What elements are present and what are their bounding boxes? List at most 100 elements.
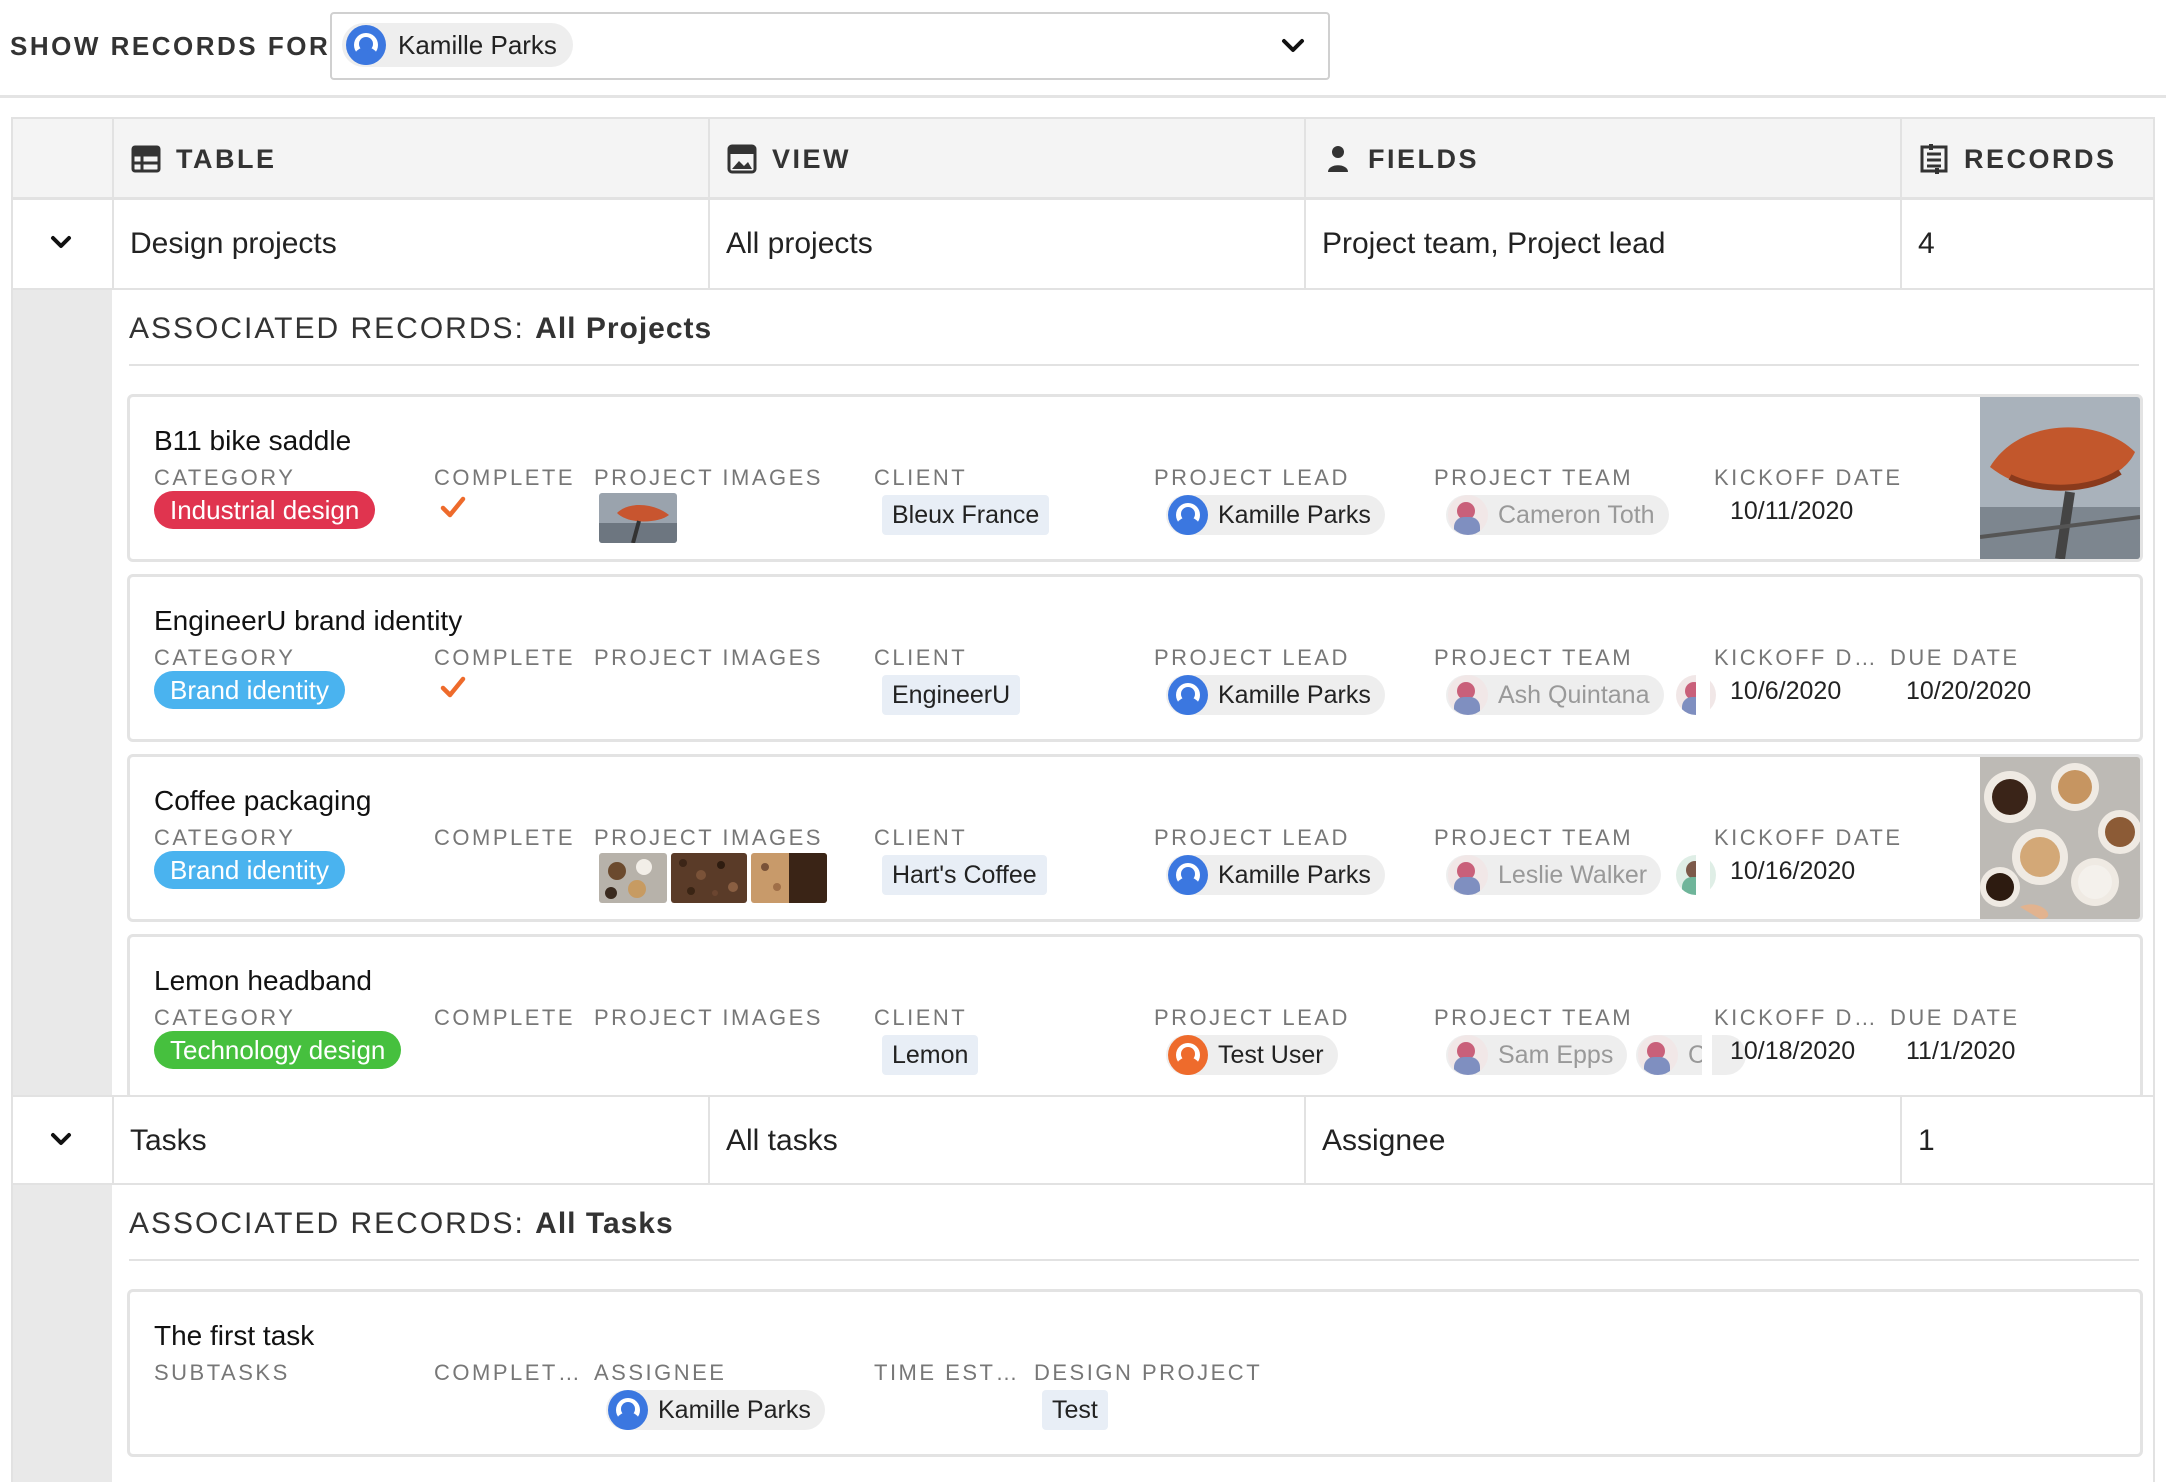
- field-label: PROJECT LEAD: [1154, 825, 1350, 850]
- project-lead-chip[interactable]: Kamille Parks: [1166, 495, 1385, 535]
- chevron-down-icon[interactable]: [49, 1129, 73, 1149]
- field-label: PROJECT TEAM: [1434, 465, 1634, 490]
- project-image-thumb[interactable]: [751, 853, 827, 903]
- record-name: EngineerU brand identity: [154, 605, 463, 636]
- selected-user-name: Kamille Parks: [398, 29, 557, 60]
- field-label: PROJECT IMAGES: [594, 645, 823, 670]
- divider: [129, 1259, 2139, 1261]
- field-label: PROJECT LEAD: [1154, 645, 1350, 670]
- record-card[interactable]: EngineerU brand identity CATEGORY Brand …: [127, 574, 2143, 742]
- field-label: TIME EST…: [874, 1360, 1020, 1385]
- project-image-thumb[interactable]: [599, 493, 677, 543]
- project-lead-chip[interactable]: Kamille Parks: [1166, 675, 1385, 715]
- client-chip[interactable]: Bleux France: [882, 495, 1050, 535]
- design-project-chip[interactable]: Test: [1042, 1390, 1108, 1430]
- row-view-name: All tasks: [708, 1097, 1304, 1185]
- field-label: PROJECT TEAM: [1434, 825, 1634, 850]
- row-view-name: All projects: [708, 200, 1304, 288]
- row-table-name: Tasks: [112, 1097, 708, 1185]
- record-name: Coffee packaging: [154, 785, 372, 816]
- kickoff-date: 10/16/2020: [1730, 857, 1856, 885]
- row-records-count: 4: [1900, 200, 2153, 288]
- field-label: CLIENT: [874, 825, 968, 850]
- associated-records-projects: ASSOCIATED RECORDS: All Projects B11 bik…: [11, 290, 2155, 1100]
- assignee-chip[interactable]: Kamille Parks: [606, 1390, 825, 1430]
- table-icon: [131, 145, 161, 173]
- field-label: PROJECT IMAGES: [594, 1005, 823, 1030]
- field-label: CATEGORY: [154, 645, 296, 670]
- selected-user-chip: Kamille Parks: [342, 23, 573, 67]
- project-team-chip[interactable]: Sam Epps: [1446, 1035, 1628, 1075]
- user-avatar-icon: [1638, 1035, 1678, 1075]
- project-lead-chip[interactable]: Kamille Parks: [1166, 855, 1385, 895]
- field-label: PROJECT LEAD: [1154, 1005, 1350, 1030]
- project-image-thumb[interactable]: [671, 853, 747, 903]
- field-label: KICKOFF D…: [1714, 645, 1879, 670]
- field-label: SUBTASKS: [154, 1360, 290, 1385]
- field-label: KICKOFF DATE: [1714, 465, 1903, 490]
- client-chip[interactable]: Hart's Coffee: [882, 855, 1047, 895]
- expanded-gutter: [13, 290, 112, 1095]
- associated-records-tasks: ASSOCIATED RECORDS: All Tasks The first …: [11, 1185, 2155, 1482]
- clip-mask: [1696, 757, 1710, 919]
- record-card[interactable]: Lemon headband CATEGORY Technology desig…: [127, 934, 2143, 1100]
- user-avatar-icon: [1448, 495, 1488, 535]
- field-label: CATEGORY: [154, 825, 296, 850]
- user-avatar-icon: [1168, 675, 1208, 715]
- category-pill: Technology design: [154, 1031, 402, 1069]
- person-icon: [1328, 146, 1348, 172]
- record-name: Lemon headband: [154, 965, 372, 996]
- table-header: TABLE VIEW FIELDS RECORDS: [11, 117, 2155, 200]
- field-label: PROJECT TEAM: [1434, 1005, 1634, 1030]
- record-card[interactable]: Coffee packaging CATEGORY Brand identity…: [127, 754, 2143, 922]
- chevron-down-icon[interactable]: [1280, 36, 1306, 56]
- table-row: Tasks All tasks Assignee 1: [11, 1095, 2155, 1185]
- user-select[interactable]: Kamille Parks: [330, 12, 1330, 80]
- user-avatar-icon: [608, 1390, 648, 1430]
- field-label: DESIGN PROJECT: [1034, 1360, 1263, 1385]
- field-label: PROJECT TEAM: [1434, 645, 1634, 670]
- client-chip[interactable]: EngineerU: [882, 675, 1021, 715]
- field-label: DUE DATE: [1890, 1005, 2020, 1030]
- divider: [129, 364, 2139, 366]
- associated-records-title: ASSOCIATED RECORDS: All Tasks: [129, 1207, 674, 1240]
- user-avatar-icon: [1168, 495, 1208, 535]
- expanded-gutter: [13, 1185, 112, 1482]
- chevron-down-icon[interactable]: [49, 232, 73, 252]
- field-label: CLIENT: [874, 1005, 968, 1030]
- checkmark-icon: [440, 676, 466, 698]
- client-chip[interactable]: Lemon: [882, 1035, 979, 1075]
- project-team-chip[interactable]: Cameron Toth: [1446, 495, 1669, 535]
- project-lead-chip[interactable]: Test User: [1166, 1035, 1338, 1075]
- header-view: VIEW: [708, 119, 1304, 199]
- record-card[interactable]: B11 bike saddle CATEGORY Industrial desi…: [127, 394, 2143, 562]
- field-label: PROJECT IMAGES: [594, 465, 823, 490]
- field-label: COMPLET…: [434, 1360, 583, 1385]
- kickoff-date: 10/18/2020: [1730, 1037, 1856, 1065]
- records-filter-bar: SHOW RECORDS FOR: Kamille Parks: [0, 0, 2166, 98]
- record-card[interactable]: The first task SUBTASKS COMPLET… ASSIGNE…: [127, 1289, 2143, 1457]
- clip-mask: [1696, 577, 1710, 739]
- clip-mask: [1702, 937, 1712, 1097]
- record-name: B11 bike saddle: [154, 425, 352, 456]
- row-fields: Assignee: [1304, 1097, 1900, 1185]
- field-label: COMPLETE: [434, 465, 576, 490]
- cover-image: [1980, 757, 2140, 919]
- project-team-chip[interactable]: Leslie Walker: [1446, 855, 1662, 895]
- category-pill: Brand identity: [154, 671, 345, 709]
- field-label: PROJECT IMAGES: [594, 825, 823, 850]
- filter-label: SHOW RECORDS FOR:: [10, 31, 342, 61]
- field-label: ASSIGNEE: [594, 1360, 727, 1385]
- field-label: COMPLETE: [434, 1005, 576, 1030]
- project-image-thumb[interactable]: [599, 853, 667, 903]
- record-name: The first task: [154, 1320, 315, 1351]
- header-fields: FIELDS: [1304, 119, 1900, 199]
- project-team-chip[interactable]: Ash Quintana: [1446, 675, 1664, 715]
- row-fields: Project team, Project lead: [1304, 200, 1900, 288]
- field-label: PROJECT LEAD: [1154, 465, 1350, 490]
- header-expander-col: [13, 119, 112, 199]
- category-pill: Brand identity: [154, 851, 345, 889]
- user-avatar-icon: [1448, 855, 1488, 895]
- due-date: 10/20/2020: [1906, 677, 2032, 705]
- category-pill: Industrial design: [154, 491, 376, 529]
